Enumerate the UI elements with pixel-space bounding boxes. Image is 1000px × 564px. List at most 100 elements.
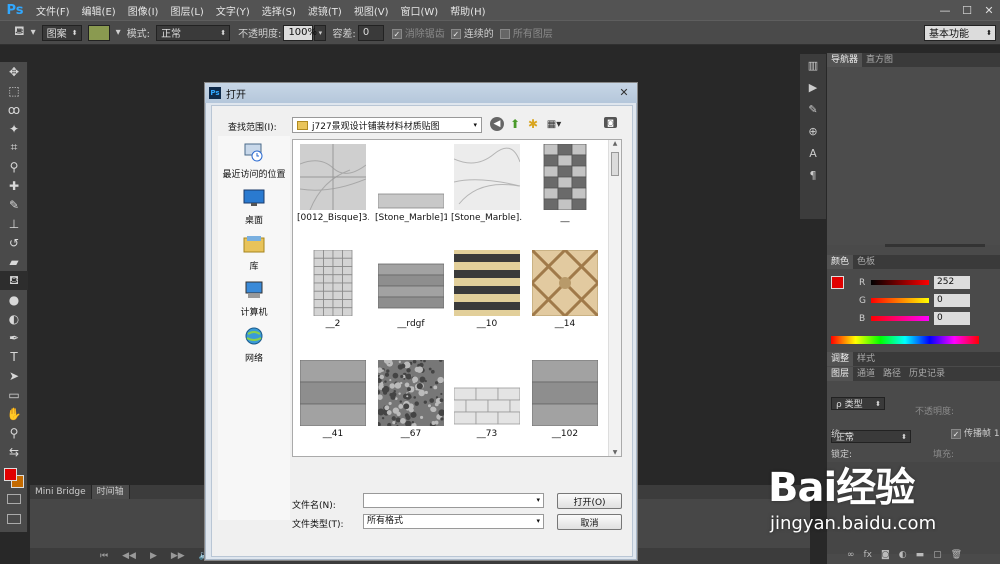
crop-tool-icon[interactable]: ⌗ [0, 138, 28, 157]
magic-wand-tool-icon[interactable]: ✦ [0, 119, 28, 138]
tab-mini-bridge[interactable]: Mini Bridge [30, 485, 92, 499]
minimize-button[interactable]: — [934, 0, 956, 20]
close-button[interactable]: ✕ [978, 0, 1000, 20]
r-value-input[interactable]: 252 [934, 276, 970, 289]
dodge-tool-icon[interactable]: ◐ [0, 309, 28, 328]
actions-panel-icon[interactable]: ▶ [800, 76, 826, 98]
swap-colors-icon[interactable]: ⇆ [0, 442, 28, 461]
file-item[interactable]: __ [529, 144, 601, 223]
file-item[interactable]: [Stone_Marble]... [451, 144, 523, 223]
propagate-frame-checkbox[interactable]: ✓ 传播帧 1 [951, 426, 1000, 439]
next-frame-icon[interactable]: ▶▶ [171, 551, 185, 561]
tab-layers[interactable]: 图层 [827, 367, 854, 381]
b-value-input[interactable]: 0 [934, 312, 970, 325]
place-libraries[interactable]: 库 [218, 234, 290, 272]
tab-history[interactable]: 历史记录 [905, 367, 949, 381]
menu-item[interactable]: 图层(L) [164, 3, 209, 18]
preview-icon[interactable]: ◙ [604, 117, 617, 128]
lasso-tool-icon[interactable]: ꝏ [0, 100, 28, 119]
file-list-scrollbar[interactable]: ▲ ▼ [608, 140, 621, 456]
quick-mask-icon[interactable] [7, 494, 21, 504]
pen-tool-icon[interactable]: ✒ [0, 328, 28, 347]
path-selection-tool-icon[interactable]: ➤ [0, 366, 28, 385]
paragraph-panel-icon[interactable]: ¶ [800, 164, 826, 186]
clone-source-icon[interactable]: ⊕ [800, 120, 826, 142]
dialog-close-button[interactable]: ✕ [613, 85, 635, 99]
play-icon[interactable]: ▶ [150, 551, 157, 561]
tab-color[interactable]: 颜色 [827, 255, 854, 269]
tab-styles[interactable]: 样式 [853, 352, 879, 366]
brush-tool-icon[interactable]: ✎ [0, 195, 28, 214]
look-in-select[interactable]: j727景观设计铺装材料材质贴图 ▾ [292, 117, 482, 133]
maximize-button[interactable]: ☐ [956, 0, 978, 20]
marquee-tool-icon[interactable]: ⬚ [0, 81, 28, 100]
adjustment-layer-icon[interactable]: ◐ [899, 550, 907, 562]
place-recent[interactable]: 最近访问的位置 [218, 142, 290, 180]
file-item[interactable]: __73 [451, 360, 523, 439]
r-slider[interactable] [871, 280, 929, 285]
workspace-select[interactable]: 基本功能 ⬍ [924, 24, 996, 41]
paint-bucket-icon[interactable]: ⛾ [14, 24, 25, 41]
type-tool-icon[interactable]: T [0, 347, 28, 366]
prev-frame-icon[interactable]: ◀◀ [122, 551, 136, 561]
tab-histogram[interactable]: 直方图 [862, 53, 897, 67]
tab-swatches[interactable]: 色板 [853, 255, 879, 269]
tab-adjustments[interactable]: 调整 [827, 352, 854, 366]
place-computer[interactable]: 计算机 [218, 280, 290, 318]
filetype-select[interactable]: 所有格式 ▾ [363, 514, 544, 529]
scroll-thumb[interactable] [611, 152, 619, 176]
tab-channels[interactable]: 通道 [853, 367, 879, 381]
view-menu-icon[interactable]: ▦▾ [544, 117, 564, 131]
menu-item[interactable]: 文件(F) [30, 3, 76, 18]
menu-item[interactable]: 编辑(E) [76, 3, 122, 18]
pattern-swatch[interactable] [87, 24, 110, 41]
menu-item[interactable]: 选择(S) [256, 3, 302, 18]
tab-paths[interactable]: 路径 [879, 367, 905, 381]
cancel-button[interactable]: 取消 [557, 514, 622, 530]
new-group-icon[interactable]: ▬ [916, 550, 925, 562]
new-layer-icon[interactable]: ▢ [933, 550, 942, 562]
blur-tool-icon[interactable]: ● [0, 290, 28, 309]
delete-layer-icon[interactable]: 🗑 [951, 550, 962, 562]
opacity-input[interactable]: 100% [283, 24, 317, 41]
tool-preset-arrow[interactable]: ▾ [31, 27, 36, 38]
layer-filter-select[interactable]: ρ 类型 ⬍ [831, 397, 885, 410]
layer-mask-icon[interactable]: ◙ [881, 550, 890, 562]
file-item[interactable]: __102 [529, 360, 601, 439]
back-icon[interactable]: ◀ [490, 117, 504, 131]
brush-panel-icon[interactable]: ✎ [800, 98, 826, 120]
healing-brush-tool-icon[interactable]: ✚ [0, 176, 28, 195]
file-item[interactable]: __10 [451, 250, 523, 329]
tolerance-input[interactable]: 0 [357, 24, 384, 41]
eyedropper-tool-icon[interactable]: ⚲ [0, 157, 28, 176]
all-layers-checkbox[interactable]: 所有图层 [499, 25, 553, 40]
layer-style-icon[interactable]: fx [864, 550, 873, 562]
place-desktop[interactable]: 桌面 [218, 188, 290, 226]
filename-input[interactable]: ▾ [363, 493, 544, 508]
up-folder-icon[interactable]: ⬆ [508, 117, 522, 131]
file-item[interactable]: [Stone_Marble]1 [375, 144, 447, 223]
g-value-input[interactable]: 0 [934, 294, 970, 307]
menu-item[interactable]: 帮助(H) [444, 3, 491, 18]
menu-item[interactable]: 滤镜(T) [302, 3, 348, 18]
contiguous-checkbox[interactable]: ✓ 连续的 [450, 25, 494, 40]
menu-item[interactable]: 窗口(W) [394, 3, 444, 18]
shape-tool-icon[interactable]: ▭ [0, 385, 28, 404]
foreground-color-swatch[interactable] [4, 468, 17, 481]
scroll-down-icon[interactable]: ▼ [609, 449, 621, 456]
history-panel-icon[interactable]: ▥ [800, 54, 826, 76]
file-item[interactable]: __41 [297, 360, 369, 439]
g-slider[interactable] [871, 298, 929, 303]
clone-stamp-tool-icon[interactable]: ⊥ [0, 214, 28, 233]
link-layers-icon[interactable]: ∞ [847, 550, 855, 562]
file-item[interactable]: __2 [297, 250, 369, 329]
menu-item[interactable]: 图像(I) [122, 3, 165, 18]
menu-item[interactable]: 文字(Y) [210, 3, 256, 18]
menu-item[interactable]: 视图(V) [348, 3, 395, 18]
zoom-slider[interactable] [885, 244, 985, 247]
paint-bucket-tool-icon[interactable]: ⛾ [0, 271, 28, 290]
file-item[interactable]: __rdgf [375, 250, 447, 329]
new-folder-icon[interactable]: ✱ [526, 117, 540, 131]
character-panel-icon[interactable]: A [800, 142, 826, 164]
fill-source-select[interactable]: 图案 ⬍ [41, 24, 82, 41]
